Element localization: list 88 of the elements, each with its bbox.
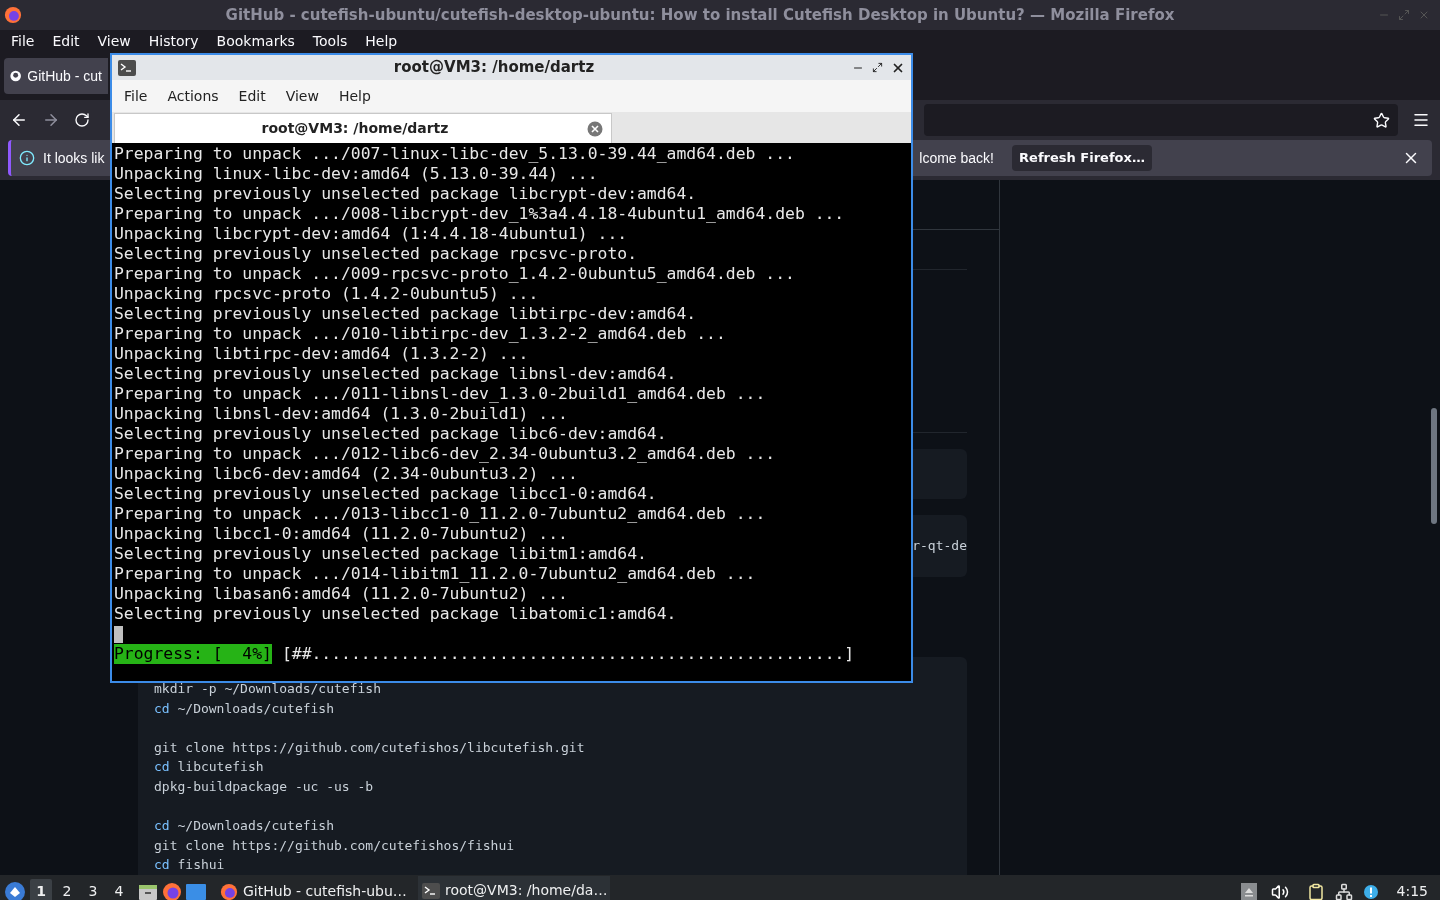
- workspace-button[interactable]: 1: [30, 878, 52, 900]
- browser-icon: [220, 882, 238, 900]
- terminal-line: Unpacking libc6-dev:amd64 (2.34-0ubuntu3.2) ...: [114, 464, 579, 484]
- code-line: cd libcutefish: [154, 758, 265, 777]
- terminal-line: Unpacking libasan6:amd64 (11.2.0-7ubuntu2) ...: [114, 584, 569, 604]
- terminal-line: Selecting previously unselected package rpcsvc-proto.: [114, 244, 638, 264]
- clock: 4:15: [1396, 882, 1428, 900]
- menu-item[interactable]: File: [114, 85, 158, 107]
- progress-text: [##......................................................]: [281, 644, 855, 664]
- browser-icon: [4, 6, 22, 24]
- menu-item[interactable]: Help: [328, 85, 381, 107]
- terminal-line: Preparing to unpack .../008-libcrypt-dev_1%3a4.4.18-4ubuntu1_amd64.deb ...: [114, 204, 846, 224]
- terminal-line: Unpacking rpcsvc-proto (1.4.2-0ubuntu5) ...: [114, 284, 540, 304]
- clipboard-icon[interactable]: [1306, 882, 1325, 900]
- scrollbar[interactable]: [1431, 408, 1437, 524]
- code-line: dpkg-buildpackage -uc -us -b: [154, 777, 375, 796]
- menu-item[interactable]: View: [88, 30, 140, 52]
- speaker-icon[interactable]: [1270, 882, 1289, 900]
- back-icon[interactable]: [10, 111, 28, 129]
- terminal-line: Selecting previously unselected package libcc1-0:amd64.: [114, 484, 658, 504]
- workspace-button[interactable]: 2: [56, 878, 78, 900]
- progress-label: Progress: [ 4%]: [114, 644, 272, 664]
- notification-icon[interactable]: [1362, 883, 1379, 900]
- info-icon: [19, 150, 35, 166]
- notification-text: It looks lik: [43, 148, 105, 168]
- terminal-line: Unpacking libtirpc-dev:amd64 (1.3.2-2) ...: [114, 344, 530, 364]
- terminal-line: Preparing to unpack .../007-linux-libc-dev_5.13.0-39.44_amd64.deb ...: [114, 144, 796, 164]
- terminal-icon: [422, 882, 440, 899]
- start-menu-icon[interactable]: [4, 880, 26, 900]
- terminal-line: Selecting previously unselected package libcrypt-dev:amd64.: [114, 184, 698, 204]
- address-field[interactable]: [924, 104, 1398, 136]
- terminal-line: Selecting previously unselected package libatomic1:amd64.: [114, 604, 678, 624]
- menu-item[interactable]: File: [2, 30, 44, 52]
- terminal-line: Preparing to unpack .../009-rpcsvc-proto_1.4.2-0ubuntu5_amd64.deb ...: [114, 264, 796, 284]
- workspace-button[interactable]: 4: [108, 878, 130, 900]
- menu-item[interactable]: Actions: [157, 85, 229, 107]
- terminal-tab[interactable]: root@VM3: /home/dartz: [114, 113, 612, 143]
- code-line: mkdir -p ~/Downloads/cutefish: [154, 680, 382, 698]
- code-line: git clone https://github.com/cutefishos/fishui: [154, 836, 516, 855]
- tab-title: root@VM3: /home/dartz: [260, 119, 450, 138]
- menu-item[interactable]: Edit: [43, 30, 89, 52]
- task-button[interactable]: root@VM3: /home/da…: [418, 875, 610, 900]
- window-icon[interactable]: [186, 882, 206, 900]
- network-icon[interactable]: [1334, 882, 1353, 900]
- menu-item[interactable]: History: [139, 30, 208, 52]
- terminal-line: Preparing to unpack .../013-libcc1-0_11.2.0-7ubuntu2_amd64.deb ...: [114, 504, 767, 524]
- terminal-line: Selecting previously unselected package libtirpc-dev:amd64.: [114, 304, 698, 324]
- terminal-line: Unpacking linux-libc-dev:amd64 (5.13.0-39.44) ...: [114, 164, 599, 184]
- reload-icon[interactable]: [74, 112, 90, 128]
- close-tab-icon[interactable]: [587, 120, 603, 137]
- terminal-line: Unpacking libcc1-0:amd64 (11.2.0-7ubuntu2) ...: [114, 524, 569, 544]
- browser-tab[interactable]: GitHub - cut: [4, 58, 108, 94]
- code-text: r-qt-de: [912, 537, 967, 556]
- window-title: root@VM3: /home/dartz: [392, 57, 596, 79]
- cursor: [114, 625, 123, 643]
- tab-title: GitHub - cut: [27, 66, 102, 86]
- terminal-line: Selecting previously unselected package libc6-dev:amd64.: [114, 424, 668, 444]
- code-line: git clone https://github.com/cutefishos/libcutefish.git: [154, 738, 586, 757]
- window-title: GitHub - cutefish-ubuntu/cutefish-desktop-ubuntu: How to install Cutefish Desktop in Ubuntu? — Mozilla Firefox: [224, 4, 1176, 26]
- menu-icon[interactable]: [1412, 111, 1430, 129]
- terminal-line: Preparing to unpack .../010-libtirpc-dev_1.3.2-2_amd64.deb ...: [114, 324, 727, 344]
- code-line: cd ~/Downloads/cutefish: [154, 817, 336, 836]
- bookmark-star-icon[interactable]: [1373, 111, 1390, 129]
- menu-item[interactable]: Bookmarks: [207, 30, 304, 52]
- eject-icon[interactable]: [1240, 882, 1257, 900]
- terminal-line: Preparing to unpack .../011-libnsl-dev_1.3.0-2build1_amd64.deb ...: [114, 384, 767, 404]
- menu-item[interactable]: Edit: [228, 85, 276, 107]
- task-title: GitHub - cutefish-ubu…: [243, 882, 407, 900]
- forward-icon[interactable]: [42, 111, 60, 129]
- notification-text: lcome back!: [919, 148, 994, 168]
- terminal-line: Preparing to unpack .../012-libc6-dev_2.34-0ubuntu3.2_amd64.deb ...: [114, 444, 777, 464]
- refresh-button[interactable]: Refresh Firefox…: [1012, 145, 1152, 171]
- menu-item[interactable]: Help: [356, 30, 407, 52]
- menu-item[interactable]: View: [275, 85, 329, 107]
- terminal-icon: [118, 59, 136, 76]
- code-line: cd fishui: [154, 856, 226, 875]
- terminal-line: Preparing to unpack .../014-libitm1_11.2.0-7ubuntu2_amd64.deb ...: [114, 564, 757, 584]
- menu-item[interactable]: Tools: [303, 30, 357, 52]
- browser-icon[interactable]: [162, 881, 182, 900]
- terminal-line: Unpacking libnsl-dev:amd64 (1.3.0-2build1) ...: [114, 404, 569, 424]
- terminal-line: Selecting previously unselected package libitm1:amd64.: [114, 544, 648, 564]
- terminal-line: Selecting previously unselected package libnsl-dev:amd64.: [114, 364, 678, 384]
- code-line: cd ~/Downloads/cutefish: [154, 699, 336, 718]
- task-title: root@VM3: /home/da…: [445, 881, 608, 900]
- maximize-icon[interactable]: [872, 62, 883, 73]
- workspace-button[interactable]: 3: [82, 878, 104, 900]
- task-button[interactable]: GitHub - cutefish-ubu…: [216, 875, 408, 900]
- terminal-line: Unpacking libcrypt-dev:amd64 (1:4.4.18-4ubuntu1) ...: [114, 224, 629, 244]
